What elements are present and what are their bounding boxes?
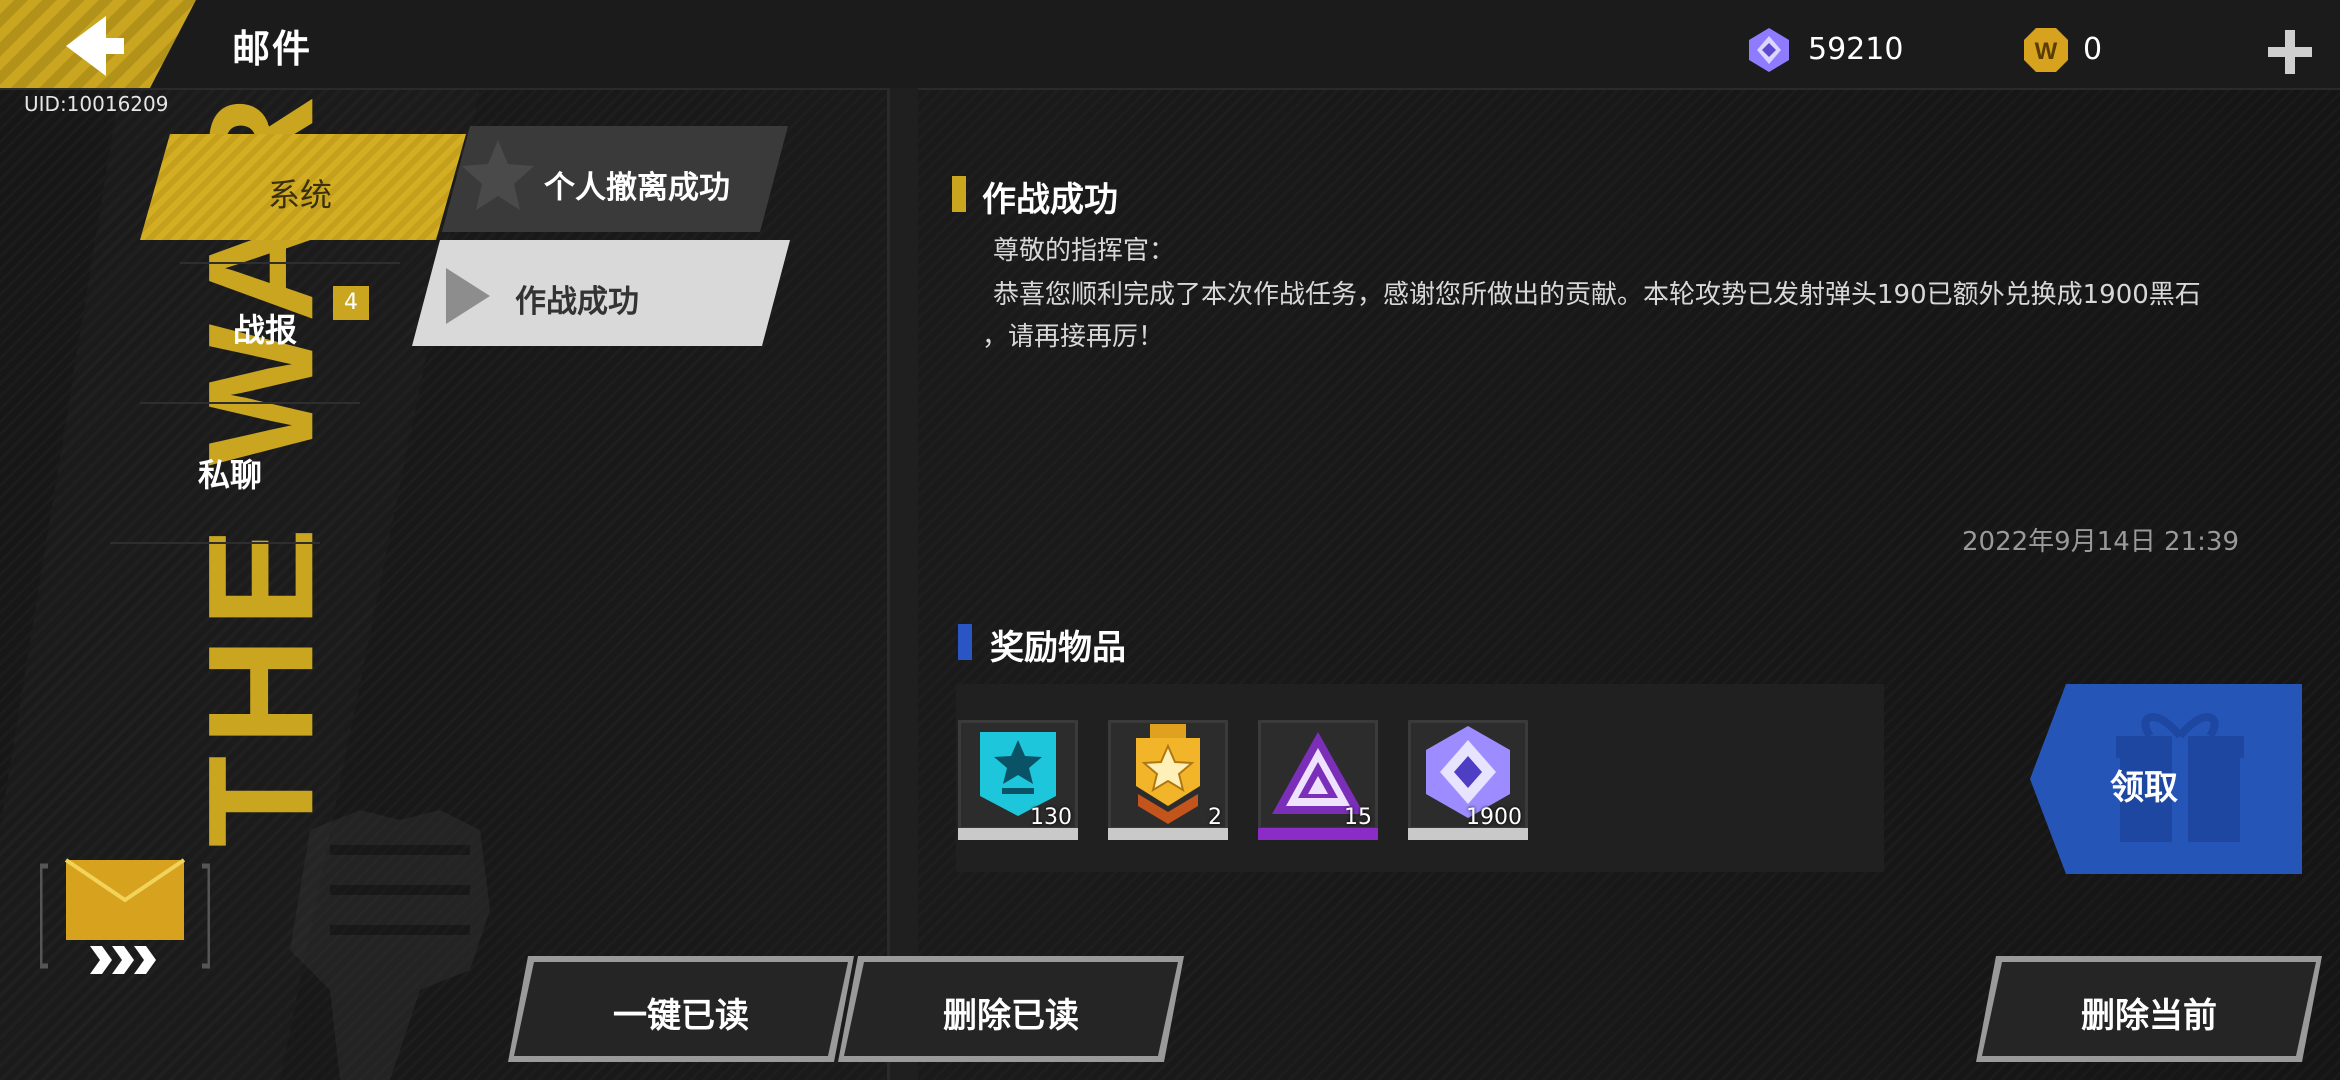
add-currency-icon[interactable] (2268, 30, 2312, 74)
reward-item[interactable]: 15 (1258, 720, 1378, 840)
mail-body-line: ，请再接再厉！ (982, 322, 1165, 352)
purple-triangle-icon (1272, 732, 1364, 814)
mail-item-title: 个人撤离成功 (544, 170, 730, 206)
sidebar-item-private-chat[interactable]: 私聊 (80, 450, 380, 496)
crystal-count: 59210 (1808, 32, 1904, 67)
envelope-icon (40, 858, 210, 974)
divider (180, 262, 400, 264)
delete-read-label: 删除已读 (943, 996, 1079, 1036)
delete-current-label: 删除当前 (2081, 996, 2217, 1036)
reward-count: 15 (1344, 805, 1372, 830)
title-marker (952, 176, 966, 212)
page-title: 邮件 (232, 27, 313, 71)
reward-item[interactable]: 1900 (1408, 720, 1528, 840)
divider (140, 402, 360, 404)
claim-label: 领取 (2110, 768, 2178, 808)
mail-body-line: 恭喜您顺利完成了本次作战任务，感谢您所做出的贡献。本轮攻势已发射弹头190已额外… (993, 280, 2201, 310)
title-marker (958, 624, 972, 660)
mail-greeting: 尊敬的指挥官： (993, 236, 1176, 266)
top-bar (0, 0, 2340, 90)
w-coin-icon[interactable]: W (2022, 26, 2070, 74)
gold-medal-icon (1136, 724, 1200, 824)
w-coin-count: 0 (2083, 32, 2103, 67)
triangle-arrow-icon (446, 268, 490, 324)
reward-item[interactable]: 2 (1108, 720, 1228, 840)
divider (110, 542, 320, 544)
reward-count: 1900 (1466, 805, 1522, 830)
fist-emblem-icon (290, 810, 490, 1080)
uid-label: UID:10016209 (24, 92, 169, 116)
mail-date: 2022年9月14日 21:39 (1962, 527, 2239, 557)
back-arrow-shaft (98, 38, 124, 54)
mail-item-title: 作战成功 (515, 284, 639, 320)
crystal-icon[interactable] (1745, 26, 1793, 74)
reward-count: 2 (1208, 805, 1222, 830)
reward-count: 130 (1030, 805, 1072, 830)
star-icon (462, 140, 534, 210)
read-all-label: 一键已读 (613, 996, 749, 1036)
svg-text:W: W (2035, 38, 2058, 65)
reward-item[interactable]: 130 (958, 720, 1078, 840)
unread-badge: 4 (333, 286, 369, 320)
panel-divider (887, 88, 918, 1080)
sidebar-item-label: 系统 (267, 176, 332, 214)
sidebar-item-battle-report[interactable]: 战报 (115, 305, 415, 351)
mail-title: 作战成功 (982, 180, 1118, 220)
rewards-title: 奖励物品 (990, 628, 1126, 668)
